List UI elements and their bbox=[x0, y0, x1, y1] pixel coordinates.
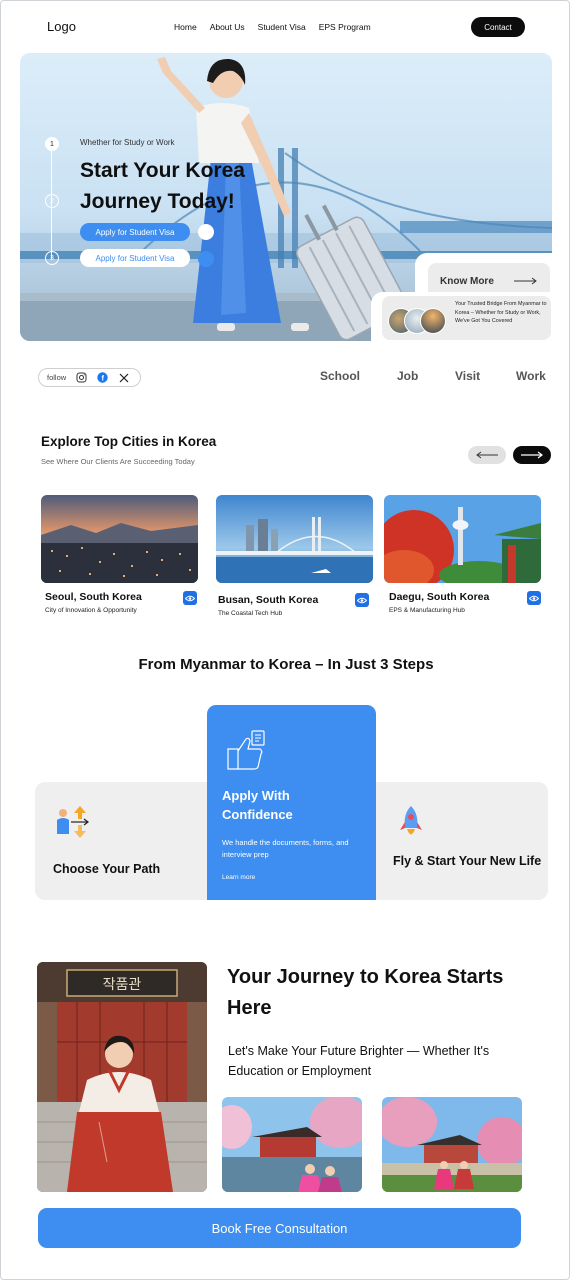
apply-student-visa-button[interactable]: Apply for Student Visa bbox=[80, 223, 190, 241]
journey-title: Your Journey to Korea Starts Here bbox=[227, 966, 504, 1019]
city-name-busan: Busan, South Korea bbox=[218, 594, 319, 606]
hero-kicker: Whether for Study or Work bbox=[80, 138, 175, 147]
tab-school[interactable]: School bbox=[320, 369, 360, 383]
follow-label: follow bbox=[47, 373, 67, 382]
eye-icon bbox=[529, 595, 539, 601]
eye-icon bbox=[357, 597, 367, 603]
step-2-title: Apply With Confidence bbox=[222, 788, 293, 822]
steps-title: From Myanmar to Korea – In Just 3 Steps bbox=[138, 656, 434, 673]
rocket-icon bbox=[400, 806, 422, 835]
arrow-left-icon bbox=[476, 451, 498, 459]
nav-eps-program[interactable]: EPS Program bbox=[319, 22, 371, 32]
step-1-label: Choose Your Path bbox=[53, 862, 161, 876]
tab-work[interactable]: Work bbox=[516, 369, 546, 383]
facebook-icon[interactable]: f bbox=[97, 372, 108, 383]
view-seoul-button[interactable] bbox=[183, 591, 197, 605]
seoul-image[interactable] bbox=[41, 495, 198, 583]
journey-subtitle: Let's Make Your Future Brighter — Whethe… bbox=[228, 1044, 490, 1078]
step-3-label: Fly & Start Your New Life bbox=[393, 854, 542, 868]
apply-student-visa-secondary-button[interactable]: Apply for Student Visa bbox=[80, 249, 190, 267]
cities-title: Explore Top Cities in Korea bbox=[41, 434, 217, 449]
slider-dot-blue[interactable] bbox=[198, 251, 214, 267]
hero-step-2[interactable]: 2 bbox=[45, 194, 59, 208]
city-name-seoul: Seoul, South Korea bbox=[45, 591, 142, 603]
tab-job[interactable]: Job bbox=[397, 369, 418, 383]
x-icon[interactable] bbox=[118, 372, 129, 383]
approval-hand-icon bbox=[227, 730, 265, 770]
step-2-description: We handle the documents, forms, and inte… bbox=[222, 838, 349, 859]
follow-bar: follow f bbox=[38, 368, 141, 387]
city-desc-daegu: EPS & Manufacturing Hub bbox=[389, 607, 465, 614]
main-nav: Home About Us Student Visa EPS Program bbox=[174, 22, 371, 32]
svg-text:작품관: 작품관 bbox=[103, 977, 142, 993]
page: Logo Home About Us Student Visa EPS Prog… bbox=[0, 0, 570, 1280]
view-daegu-button[interactable] bbox=[527, 591, 541, 605]
cities-subtitle: See Where Our Clients Are Succeeding Tod… bbox=[41, 457, 195, 466]
palace-image-1 bbox=[222, 1097, 362, 1192]
book-consultation-button[interactable]: Book Free Consultation bbox=[38, 1208, 521, 1248]
hero-step-1[interactable]: 1 bbox=[45, 137, 59, 151]
next-button[interactable] bbox=[513, 446, 551, 464]
choose-path-icon bbox=[57, 806, 89, 838]
nav-student-visa[interactable]: Student Visa bbox=[258, 22, 306, 32]
city-desc-seoul: City of Innovation & Opportunity bbox=[45, 607, 137, 614]
nav-about-us[interactable]: About Us bbox=[210, 22, 245, 32]
hanbok-woman-image: 작품관 bbox=[37, 962, 207, 1192]
nav-home[interactable]: Home bbox=[174, 22, 197, 32]
tab-visit[interactable]: Visit bbox=[455, 369, 480, 383]
prev-button[interactable] bbox=[468, 446, 506, 464]
avatar-3 bbox=[420, 308, 446, 334]
know-more-label: Know More bbox=[440, 275, 494, 287]
trusted-bridge-text: Your Trusted Bridge From Myanmar to Kore… bbox=[455, 301, 547, 325]
hero-title: Start Your Korea Journey Today! bbox=[80, 159, 245, 213]
arrow-right-icon bbox=[514, 277, 537, 285]
palace-image-2 bbox=[382, 1097, 522, 1192]
busan-image[interactable] bbox=[216, 495, 373, 583]
slider-dot-white[interactable] bbox=[198, 224, 214, 240]
logo[interactable]: Logo bbox=[47, 19, 76, 34]
contact-button[interactable]: Contact bbox=[471, 17, 525, 37]
city-desc-busan: The Coastal Tech Hub bbox=[218, 610, 283, 617]
instagram-icon[interactable] bbox=[76, 372, 87, 383]
city-name-daegu: Daegu, South Korea bbox=[389, 591, 490, 603]
learn-more-link[interactable]: Learn more bbox=[222, 874, 255, 881]
daegu-image[interactable] bbox=[384, 495, 541, 583]
view-busan-button[interactable] bbox=[355, 593, 369, 607]
arrow-right-icon bbox=[521, 451, 543, 459]
hero-step-3[interactable]: 3 bbox=[45, 251, 59, 265]
eye-icon bbox=[185, 595, 195, 601]
